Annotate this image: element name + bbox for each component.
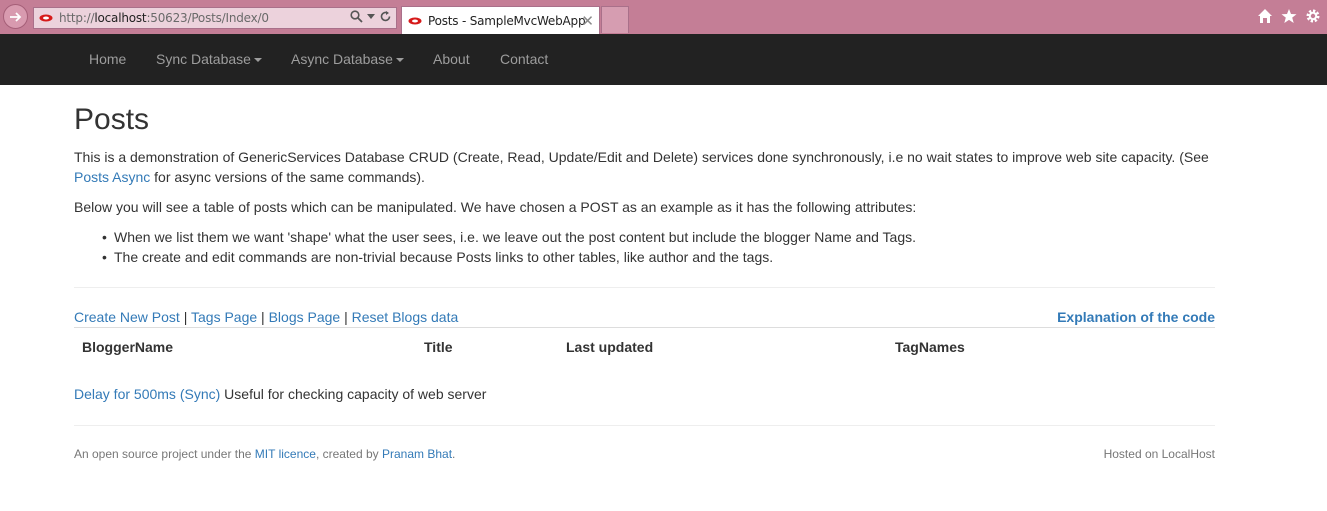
intro-paragraph: This is a demonstration of GenericServic… <box>74 149 1209 185</box>
arrow-right-icon <box>9 11 21 22</box>
delay-sync-link[interactable]: Delay for 500ms (Sync) <box>74 386 220 402</box>
nav-home[interactable]: Home <box>89 51 126 67</box>
tab-close-icon[interactable]: ✕ <box>581 12 594 30</box>
back-button[interactable] <box>3 4 28 29</box>
col-title: Title <box>424 339 453 355</box>
table-top-border <box>74 327 1215 328</box>
nav-sync-database[interactable]: Sync Database <box>156 51 262 67</box>
gear-icon[interactable] <box>1305 8 1321 24</box>
tab-favicon-icon <box>408 17 422 24</box>
blogs-page-link[interactable]: Blogs Page <box>269 309 341 325</box>
create-new-post-link[interactable]: Create New Post <box>74 309 180 325</box>
caret-down-icon <box>395 58 404 63</box>
browser-chrome: http://localhost:50623/Posts/Index/0 Pos… <box>0 0 1327 34</box>
new-tab-button[interactable] <box>601 6 629 33</box>
nav-about[interactable]: About <box>433 51 470 67</box>
author-link[interactable]: Pranam Bhat <box>382 447 452 461</box>
star-icon[interactable] <box>1281 8 1297 24</box>
divider <box>74 287 1215 288</box>
nav-contact[interactable]: Contact <box>500 51 548 67</box>
dropdown-icon[interactable] <box>367 13 375 20</box>
action-links: Create New Post | Tags Page | Blogs Page… <box>74 309 1215 325</box>
attributes-paragraph: Below you will see a table of posts whic… <box>74 199 917 215</box>
footer-divider <box>74 425 1215 426</box>
hosted-text: Hosted on LocalHost <box>1103 447 1215 461</box>
delay-row: Delay for 500ms (Sync) Useful for checki… <box>74 386 487 402</box>
home-icon[interactable] <box>1257 8 1273 24</box>
page-title: Posts <box>74 103 150 136</box>
caret-down-icon <box>253 58 262 63</box>
tab-title: Posts - SampleMvcWebApp <box>428 13 586 28</box>
footer: An open source project under the MIT lic… <box>74 447 1215 461</box>
address-bar[interactable]: http://localhost:50623/Posts/Index/0 <box>33 7 397 29</box>
col-last-updated: Last updated <box>566 339 654 355</box>
tags-page-link[interactable]: Tags Page <box>191 309 257 325</box>
mit-licence-link[interactable]: MIT licence <box>255 447 316 461</box>
url-text[interactable]: http://localhost:50623/Posts/Index/0 <box>59 11 269 25</box>
site-favicon-icon <box>39 14 53 22</box>
site-navbar: Home Sync Database Async Database About … <box>0 34 1327 85</box>
refresh-icon[interactable] <box>379 10 392 23</box>
nav-async-database[interactable]: Async Database <box>291 51 404 67</box>
col-blogger-name: BloggerName <box>82 339 174 355</box>
list-item: When we list them we want 'shape' what t… <box>102 227 916 247</box>
list-item: The create and edit commands are non-tri… <box>102 247 916 267</box>
search-icon[interactable] <box>350 10 363 23</box>
posts-async-link[interactable]: Posts Async <box>74 169 150 185</box>
browser-tab-active[interactable]: Posts - SampleMvcWebApp ✕ <box>401 6 600 34</box>
col-tag-names: TagNames <box>895 339 965 355</box>
reset-blogs-link[interactable]: Reset Blogs data <box>352 309 459 325</box>
explanation-link[interactable]: Explanation of the code <box>1057 309 1215 325</box>
attributes-list: When we list them we want 'shape' what t… <box>102 227 916 267</box>
